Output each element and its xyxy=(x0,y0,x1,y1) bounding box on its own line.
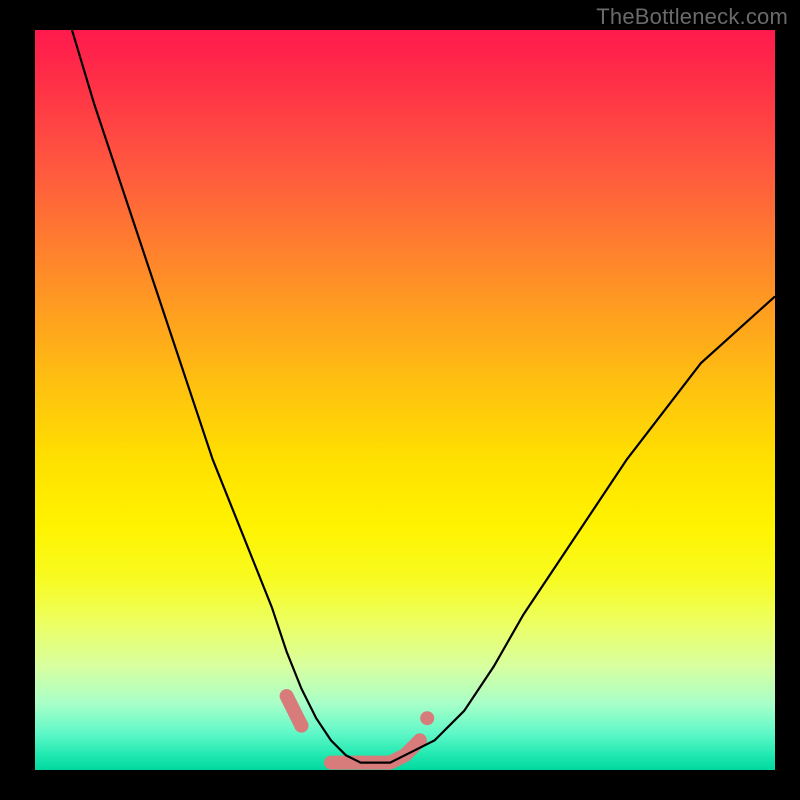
highlight-markers xyxy=(287,696,428,763)
curve-layer xyxy=(35,30,775,770)
watermark-text: TheBottleneck.com xyxy=(596,4,788,30)
bottleneck-curve xyxy=(72,30,775,763)
plot-area xyxy=(35,30,775,770)
chart-frame: TheBottleneck.com xyxy=(0,0,800,800)
